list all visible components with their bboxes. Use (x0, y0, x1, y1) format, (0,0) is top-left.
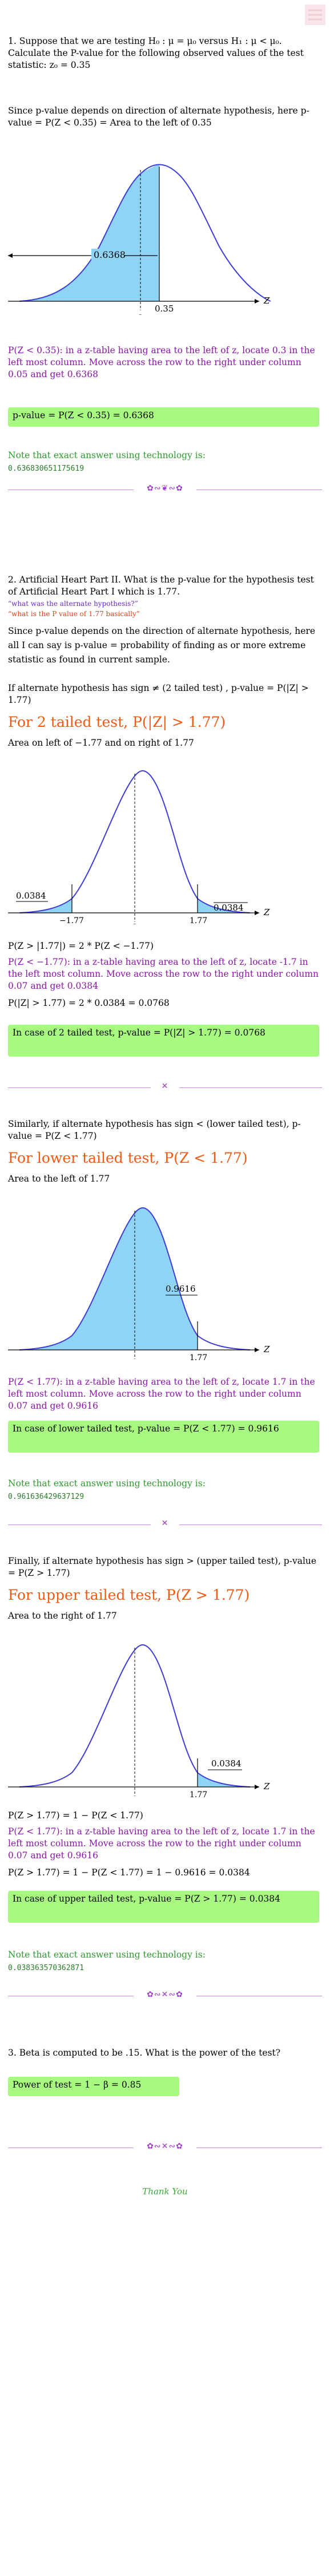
q2-upper-shaded-area (198, 1773, 250, 1787)
divider-left-2 (8, 1087, 151, 1088)
q1-axis-label: Z (263, 296, 270, 306)
q2-upper-zero-label: 0 (132, 1797, 138, 1798)
q2-lower-area-label: 0.9616 (166, 1284, 196, 1294)
divider-ornament-icon-2: ✿∾✕∾✿ (147, 1990, 183, 1999)
q2-twotail-condition: If alternate hypothesis has sign ≠ (2 ta… (8, 683, 309, 705)
q2-explain: Since p-value depends on the direction o… (8, 626, 316, 665)
divider-ornament-small-icon: ✕ (161, 1082, 169, 1091)
q2-lower-graph: 0.9616 1.77 0 Z (8, 1207, 270, 1361)
q2-lower-zero-label: 0 (132, 1360, 138, 1361)
q2-upper-result-box: In case of upper tailed test, p-value = … (8, 1891, 319, 1923)
q1-tech-note: Note that exact answer using technology … (8, 450, 206, 460)
q2-zero-label: 0 (132, 922, 138, 924)
divider-right-2 (179, 1087, 322, 1088)
q2-neg-z-label: −1.77 (59, 916, 84, 924)
q2-upper-eq2: P(Z > 1.77) = 1 − P(Z < 1.77) = 1 − 0.96… (8, 1867, 250, 1878)
q2-twotail-title: For 2 tailed test, P(|Z| > 1.77) (8, 714, 226, 730)
q2-intro: 2. Artificial Heart Part II. What is the… (8, 575, 314, 597)
q2-lower-axis-label: Z (263, 1344, 270, 1354)
q2-twotail-ztable: P(Z < −1.77): in a z-table having area t… (8, 957, 319, 991)
q1-result-box: p-value = P(Z < 0.35) = 0.6368 (8, 407, 319, 427)
q2-hint-1: “what was the alternate hypothesis?” (8, 600, 138, 608)
q2-axis-label: Z (263, 907, 270, 917)
q2-upper-ztable: P(Z < 1.77): in a z-table having area to… (8, 1826, 315, 1861)
q2-lower-area-text: Area to the left of 1.77 (8, 1174, 110, 1184)
q2-upper-tech-value: 0.038363570362871 (8, 1964, 84, 1972)
q1-normal-curve-graph: 0.6368 0.35 0 Z (8, 164, 271, 315)
q2-lower-title: For lower tailed test, P(Z < 1.77) (8, 1150, 248, 1166)
q3-intro: 3. Beta is computed to be .15. What is t… (8, 2048, 281, 2058)
q1-zero-label: 0 (138, 313, 143, 315)
q2-lower-z-label: 1.77 (190, 1353, 207, 1361)
q2-upper-z-label: 1.77 (190, 1790, 207, 1798)
q2-twotail-eq2: P(|Z| > 1.77) = 2 * 0.0384 = 0.0768 (8, 998, 170, 1008)
q2-lower-ztable: P(Z < 1.77): in a z-table having area to… (8, 1377, 315, 1411)
q1-intro: 1. Suppose that we are testing H₀ : μ = … (8, 36, 304, 70)
divider-ornament-icon-3: ✿∾✕∾✿ (147, 2142, 183, 2151)
divider-left-3 (8, 1524, 151, 1525)
q1-z-label: 0.35 (155, 304, 174, 314)
q2-upper-tech-note: Note that exact answer using technology … (8, 1950, 206, 1960)
q1-area-label: 0.6368 (94, 249, 126, 260)
q2-upper-area-text: Area to the right of 1.77 (8, 1611, 117, 1621)
q2-twotail-eq1: P(Z > |1.77|) = 2 * P(Z < −1.77) (8, 941, 154, 951)
q3-result-box: Power of test = 1 − β = 0.85 (8, 2077, 179, 2096)
q2-twotail-area-text: Area on left of −1.77 and on right of 1.… (8, 738, 194, 748)
q2-upper-eq1: P(Z > 1.77) = 1 − P(Z < 1.77) (8, 1810, 143, 1821)
q2-lower-condition: Similarly, if alternate hypothesis has s… (8, 1119, 301, 1141)
q2-lower-shaded-area (19, 1208, 198, 1350)
watermark-logo-icon (305, 5, 325, 25)
q2-upper-area-label: 0.0384 (211, 1758, 242, 1769)
q2-hint-2: “what is the P value of 1.77 basically” (8, 610, 140, 618)
divider-ornament-icon: ✿∾❦∾✿ (147, 484, 183, 493)
q2-upper-condition: Finally, if alternate hypothesis has sig… (8, 1556, 317, 1578)
divider-right-3 (179, 1524, 322, 1525)
q2-upper-title: For upper tailed test, P(Z > 1.77) (8, 1587, 250, 1603)
q2-pos-z-label: 1.77 (190, 916, 207, 924)
q1-ztable-note: P(Z < 0.35): in a z-table having area to… (8, 345, 315, 379)
divider-ornament-small-icon-2: ✕ (161, 1519, 169, 1528)
q2-upper-axis-label: Z (263, 1781, 270, 1792)
solution-page: 1. Suppose that we are testing H₀ : μ = … (0, 0, 330, 2576)
q1-tech-value: 0.636830651175619 (8, 464, 84, 473)
thank-you-text: Thank You (142, 2186, 188, 2197)
q2-twotail-graph: 0.0384 0.0384 −1.77 1.77 0 Z (8, 770, 270, 924)
q1-shaded-area (19, 164, 159, 301)
q2-lower-tech-note: Note that exact answer using technology … (8, 1478, 206, 1489)
q2-lower-result-box: In case of lower tailed test, p-value = … (8, 1421, 319, 1453)
q2-upper-graph: 0.0384 1.77 0 Z (8, 1644, 270, 1798)
q2-left-area-label: 0.0384 (16, 891, 46, 901)
q2-lower-tech-value: 0.961636429637129 (8, 1493, 84, 1501)
q2-twotail-result-box: In case of 2 tailed test, p-value = P(|Z… (8, 1025, 319, 1057)
q2-right-area-label: 0.0384 (214, 903, 244, 913)
q1-explain: Since p-value depends on direction of al… (8, 106, 309, 128)
